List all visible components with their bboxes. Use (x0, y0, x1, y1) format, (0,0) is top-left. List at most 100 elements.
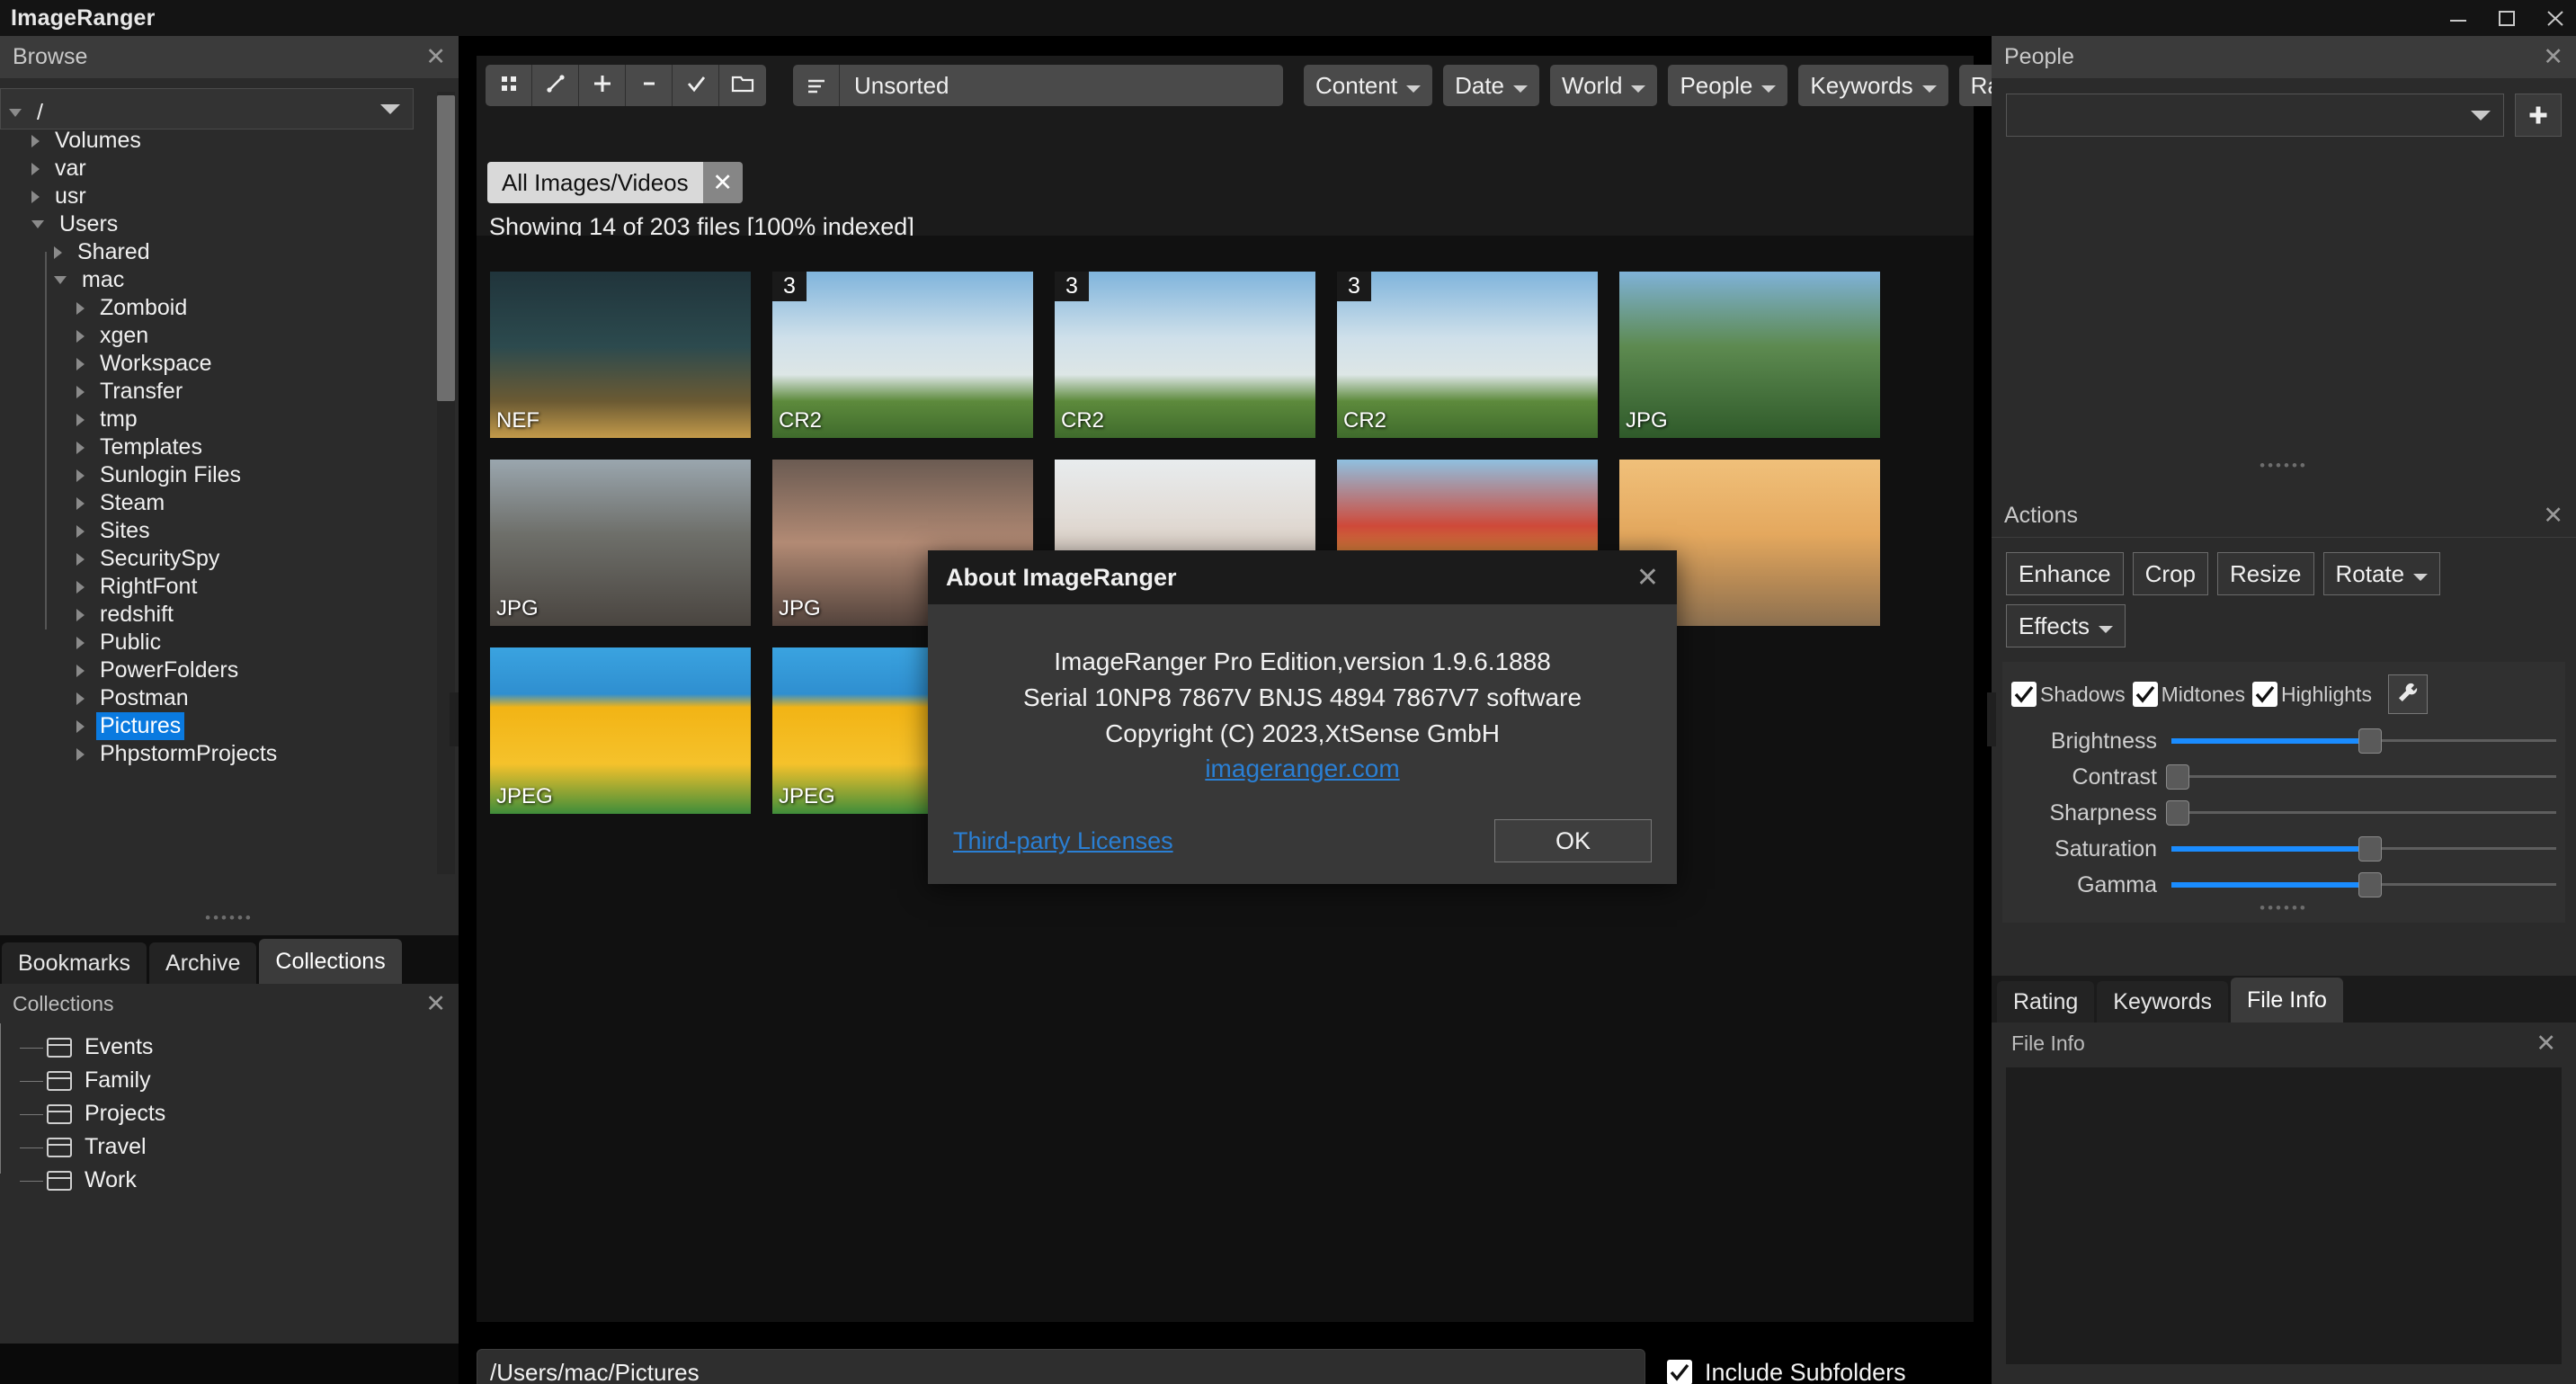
filter-button-people[interactable]: People (1668, 65, 1788, 106)
collection-item-family[interactable]: Family (20, 1064, 459, 1097)
right-vertical-splitter[interactable] (1987, 692, 1996, 746)
tree-item-sunlogin-files[interactable]: Sunlogin Files (0, 461, 430, 489)
website-link[interactable]: imageranger.com (928, 755, 1677, 783)
tab-bookmarks[interactable]: Bookmarks (2, 942, 147, 984)
enhance-settings-button[interactable] (2387, 674, 2428, 714)
collection-item-events[interactable]: Events (20, 1031, 459, 1064)
close-button[interactable] (2544, 6, 2567, 30)
collections-close-icon[interactable]: ✕ (425, 991, 446, 1016)
tree-item-transfer[interactable]: Transfer (0, 378, 430, 406)
action-button-rotate[interactable]: Rotate (2322, 552, 2441, 595)
tree-item-shared[interactable]: Shared (0, 238, 430, 266)
view-toolbar-group[interactable] (486, 65, 766, 106)
thumbnail-item[interactable]: 3 CR2 (1337, 272, 1598, 438)
chevron-right-icon[interactable] (76, 441, 85, 454)
slider-knob[interactable] (2358, 728, 2382, 754)
chevron-right-icon[interactable] (76, 357, 85, 371)
chevron-right-icon[interactable] (31, 134, 40, 147)
people-splitter-grip[interactable]: •••••• (1992, 458, 2576, 473)
chevron-right-icon[interactable] (76, 329, 85, 343)
browse-scrollbar[interactable] (437, 92, 455, 874)
slider-brightness[interactable]: Brightness (2011, 723, 2556, 759)
chevron-right-icon[interactable] (76, 469, 85, 482)
tree-item-volumes[interactable]: Volumes (0, 127, 430, 155)
people-select[interactable] (2006, 94, 2504, 137)
thumbnail-item[interactable]: NEF (490, 272, 751, 438)
checkbox-box[interactable] (2011, 682, 2037, 707)
tree-item--[interactable]: / (0, 99, 430, 127)
slider-saturation[interactable]: Saturation (2011, 831, 2556, 867)
slider-track[interactable] (2166, 795, 2556, 831)
tree-item-phpstormprojects[interactable]: PhpstormProjects (0, 740, 430, 768)
chevron-right-icon[interactable] (76, 692, 85, 705)
tree-item-zomboid[interactable]: Zomboid (0, 294, 430, 322)
thumbnail-item[interactable]: JPEG (490, 647, 751, 814)
slider-track[interactable] (2171, 723, 2556, 759)
tone-checkbox-highlights[interactable]: Highlights (2251, 682, 2372, 707)
tree-item-usr[interactable]: usr (0, 183, 430, 210)
people-close-icon[interactable]: ✕ (2543, 45, 2563, 69)
collections-list[interactable]: Events Family Projects Travel Work (0, 1023, 459, 1197)
tone-checkbox-midtones[interactable]: Midtones (2132, 682, 2245, 707)
checkbox-box[interactable] (2251, 682, 2277, 707)
tone-checkbox-shadows[interactable]: Shadows (2011, 682, 2126, 707)
folder-button[interactable] (719, 65, 766, 106)
chevron-right-icon[interactable] (54, 246, 62, 259)
chevron-right-icon[interactable] (76, 413, 85, 426)
minimize-button[interactable] (2447, 6, 2470, 30)
tree-item-securityspy[interactable]: SecuritySpy (0, 545, 430, 573)
tree-item-templates[interactable]: Templates (0, 433, 430, 461)
browse-close-icon[interactable]: ✕ (425, 45, 446, 69)
collection-item-projects[interactable]: Projects (20, 1097, 459, 1130)
tone-checkboxes[interactable]: Shadows Midtones Highlights (2011, 674, 2556, 714)
checkbox-box[interactable] (2132, 682, 2158, 707)
tree-item-var[interactable]: var (0, 155, 430, 183)
include-subfolders-checkbox[interactable] (1667, 1360, 1692, 1384)
tab-collections[interactable]: Collections (259, 939, 402, 984)
tree-item-xgen[interactable]: xgen (0, 322, 430, 350)
slider-knob[interactable] (2358, 872, 2382, 897)
chevron-right-icon[interactable] (76, 580, 85, 594)
collection-item-travel[interactable]: Travel (20, 1130, 459, 1164)
slider-knob[interactable] (2166, 800, 2189, 826)
active-filter-chip[interactable]: All Images/Videos ✕ (487, 162, 743, 203)
thumbnail-item[interactable]: JPG (1619, 272, 1880, 438)
actions-close-icon[interactable]: ✕ (2543, 504, 2563, 528)
tree-item-workspace[interactable]: Workspace (0, 350, 430, 378)
slider-knob[interactable] (2166, 764, 2189, 790)
slider-contrast[interactable]: Contrast (2011, 759, 2556, 795)
collection-item-work[interactable]: Work (20, 1164, 459, 1197)
about-dialog-close-icon[interactable]: ✕ (1636, 562, 1659, 594)
chevron-right-icon[interactable] (76, 552, 85, 566)
tree-item-powerfolders[interactable]: PowerFolders (0, 656, 430, 684)
chevron-right-icon[interactable] (76, 301, 85, 315)
left-vertical-splitter[interactable] (450, 692, 459, 746)
tree-item-pictures[interactable]: Pictures (0, 712, 430, 740)
thumbnail-item[interactable]: 3 CR2 (1055, 272, 1315, 438)
minus-button[interactable] (626, 65, 673, 106)
tree-item-redshift[interactable]: redshift (0, 601, 430, 629)
filter-button-content[interactable]: Content (1304, 65, 1433, 106)
chevron-down-icon[interactable] (54, 276, 67, 284)
thumbnail-item[interactable]: JPG (490, 460, 751, 626)
tree-item-tmp[interactable]: tmp (0, 406, 430, 433)
ok-button[interactable]: OK (1494, 819, 1652, 862)
actions-splitter-grip[interactable]: •••••• (2011, 900, 2556, 915)
plus-button[interactable] (579, 65, 626, 106)
chevron-right-icon[interactable] (76, 636, 85, 649)
action-button-resize[interactable]: Resize (2217, 552, 2314, 595)
tab-rating[interactable]: Rating (1997, 981, 2095, 1022)
folder-tree[interactable]: / Volumes var usr Users Shared mac Zomboid xgen W… (0, 92, 430, 928)
third-party-licenses-link[interactable]: Third-party Licenses (953, 827, 1173, 855)
chevron-right-icon[interactable] (76, 385, 85, 398)
tree-item-mac[interactable]: mac (0, 266, 430, 294)
chevron-right-icon[interactable] (76, 747, 85, 761)
action-button-crop[interactable]: Crop (2132, 552, 2209, 595)
grid-view-button[interactable] (486, 65, 532, 106)
tree-item-users[interactable]: Users (0, 210, 430, 238)
right-panel-tabs[interactable]: Rating Keywords File Info (1992, 976, 2576, 1022)
chevron-right-icon[interactable] (76, 608, 85, 621)
chevron-down-icon[interactable] (31, 220, 44, 228)
add-person-button[interactable] (2515, 94, 2562, 137)
slider-track[interactable] (2171, 867, 2556, 903)
